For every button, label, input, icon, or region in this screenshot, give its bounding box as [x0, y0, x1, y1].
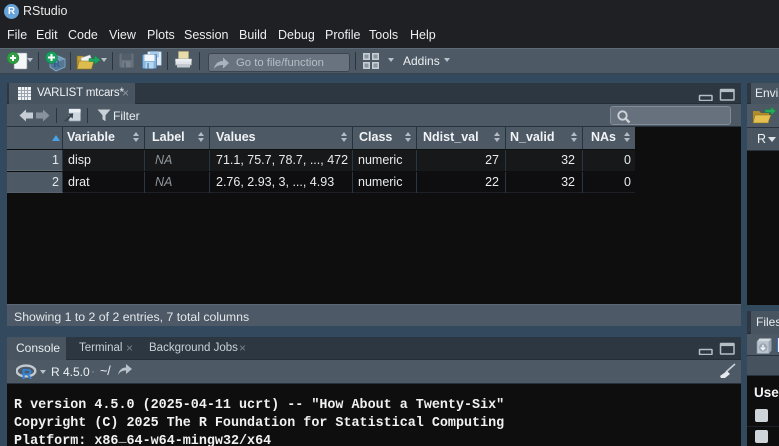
- svg-text:R: R: [22, 366, 33, 381]
